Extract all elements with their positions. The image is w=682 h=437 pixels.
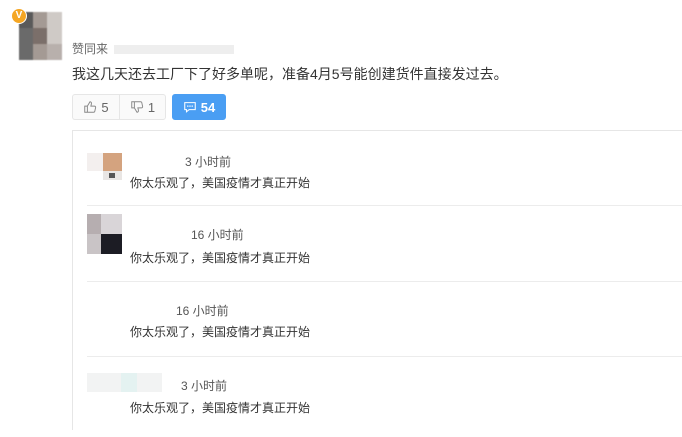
comments-panel: 3 小时前 你太乐观了，美国疫情才真正开始 16 小时前 你太乐观了，美国疫情才… — [72, 130, 682, 430]
comments-button[interactable]: 54 — [172, 94, 226, 120]
like-count: 5 — [101, 99, 109, 115]
comment-count: 54 — [200, 99, 216, 115]
comment-text: 你太乐观了，美国疫情才真正开始 — [130, 401, 311, 415]
post-text: 我这几天还去工厂下了好多单呢，准备4月5号能创建货件直接发过去。 — [72, 66, 508, 82]
thumbs-up-icon — [84, 101, 97, 113]
author-name-text: 赞同来 — [72, 42, 109, 56]
comment-item: 3 小时前 你太乐观了，美国疫情才真正开始 — [73, 131, 682, 206]
commenter-avatar[interactable] — [87, 373, 162, 392]
comment-time: 16 小时前 — [191, 228, 244, 242]
comment-time: 3 小时前 — [185, 155, 232, 169]
comment-time: 16 小时前 — [176, 304, 229, 318]
dislike-button[interactable]: 1 — [119, 94, 166, 120]
thumbs-down-icon — [131, 101, 143, 113]
post-actions: 5 1 54 — [72, 94, 226, 120]
like-button[interactable]: 5 — [72, 94, 119, 120]
comment-text: 你太乐观了，美国疫情才真正开始 — [130, 325, 311, 339]
commenter-avatar[interactable] — [87, 214, 122, 254]
author-name[interactable]: 赞同来 — [72, 40, 235, 57]
verified-badge: V — [11, 8, 27, 24]
redacted-name — [114, 45, 235, 55]
comment-item: 16 小时前 你太乐观了，美国疫情才真正开始 — [73, 282, 682, 357]
comment-item: 3 小时前 你太乐观了，美国疫情才真正开始 — [73, 357, 682, 437]
comment-icon — [183, 102, 196, 113]
commenter-avatar[interactable] — [87, 153, 122, 180]
comment-text: 你太乐观了，美国疫情才真正开始 — [130, 176, 311, 190]
dislike-count: 1 — [147, 99, 156, 115]
comment-time: 3 小时前 — [181, 379, 228, 393]
comment-text: 你太乐观了，美国疫情才真正开始 — [130, 251, 311, 265]
comment-item: 16 小时前 你太乐观了，美国疫情才真正开始 — [73, 206, 682, 282]
